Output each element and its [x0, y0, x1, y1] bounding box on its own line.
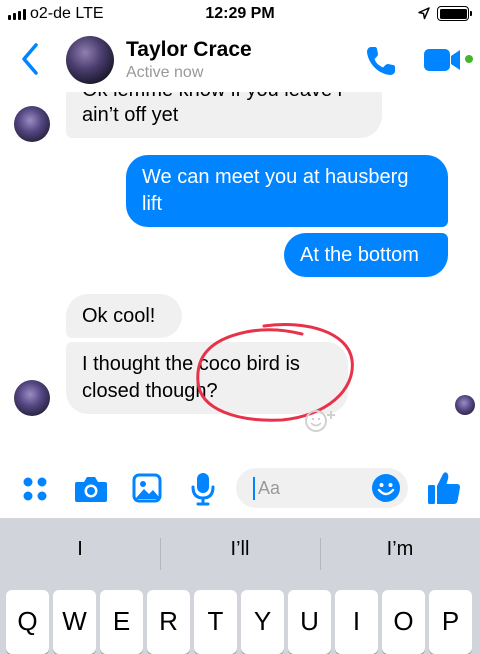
contact-name[interactable]: Taylor Crace: [126, 38, 252, 62]
message-text: Ok cool!: [82, 305, 156, 327]
key-r[interactable]: R: [147, 590, 190, 654]
key-i[interactable]: I: [335, 590, 378, 654]
text-cursor: [253, 477, 255, 500]
keyboard: I I’ll I’m Q W E R T Y U I O P: [0, 518, 480, 654]
camera-icon[interactable]: [74, 474, 108, 504]
online-indicator: [465, 55, 473, 63]
suggestion-2[interactable]: I’ll: [160, 538, 320, 561]
back-icon[interactable]: [20, 42, 40, 76]
suggestion-3[interactable]: I’m: [320, 538, 480, 561]
apps-icon[interactable]: [22, 476, 48, 502]
message-input-placeholder: Aa: [258, 478, 281, 498]
contact-avatar-small[interactable]: [14, 106, 50, 142]
message-line: We can meet you at hausberg: [142, 166, 409, 188]
phone-icon[interactable]: [364, 44, 398, 78]
key-w[interactable]: W: [53, 590, 96, 654]
battery-icon: [437, 6, 472, 21]
key-u[interactable]: U: [288, 590, 331, 654]
composer-bar: Aa: [0, 460, 480, 518]
microphone-icon[interactable]: [190, 472, 216, 506]
key-t[interactable]: T: [194, 590, 237, 654]
emoji-icon[interactable]: [371, 473, 401, 503]
key-o[interactable]: O: [382, 590, 425, 654]
message-text: ain’t off yet: [82, 104, 179, 126]
message-bubble-incoming[interactable]: Ok cool!: [66, 294, 182, 338]
add-reaction-icon[interactable]: [298, 405, 344, 435]
message-line: lift: [142, 193, 162, 215]
contact-avatar[interactable]: [66, 36, 114, 84]
message-bubble-outgoing[interactable]: We can meet you at hausberg lift: [126, 155, 448, 227]
active-status: Active now: [126, 64, 204, 81]
suggestion-1[interactable]: I: [0, 538, 160, 561]
message-list[interactable]: Ok lemme know if you leave i ain’t off y…: [0, 92, 480, 460]
status-bar: o2-de LTE 12:29 PM: [0, 0, 480, 28]
thumbs-up-icon[interactable]: [426, 470, 462, 506]
conversation-header: Taylor Crace Active now: [0, 28, 480, 92]
message-text: At the bottom: [300, 244, 419, 266]
message-text-cut: Ok lemme know if you leave i: [82, 92, 342, 102]
gallery-icon[interactable]: [132, 473, 162, 503]
location-icon: [418, 7, 430, 20]
key-e[interactable]: E: [100, 590, 143, 654]
clock: 12:29 PM: [205, 5, 275, 22]
read-receipt-avatar: [455, 395, 475, 415]
key-p[interactable]: P: [429, 590, 472, 654]
video-call-icon[interactable]: [424, 47, 464, 73]
key-q[interactable]: Q: [6, 590, 49, 654]
message-input[interactable]: Aa: [236, 468, 408, 508]
message-bubble-outgoing[interactable]: At the bottom: [284, 233, 448, 277]
key-y[interactable]: Y: [241, 590, 284, 654]
contact-avatar-small[interactable]: [14, 380, 50, 416]
